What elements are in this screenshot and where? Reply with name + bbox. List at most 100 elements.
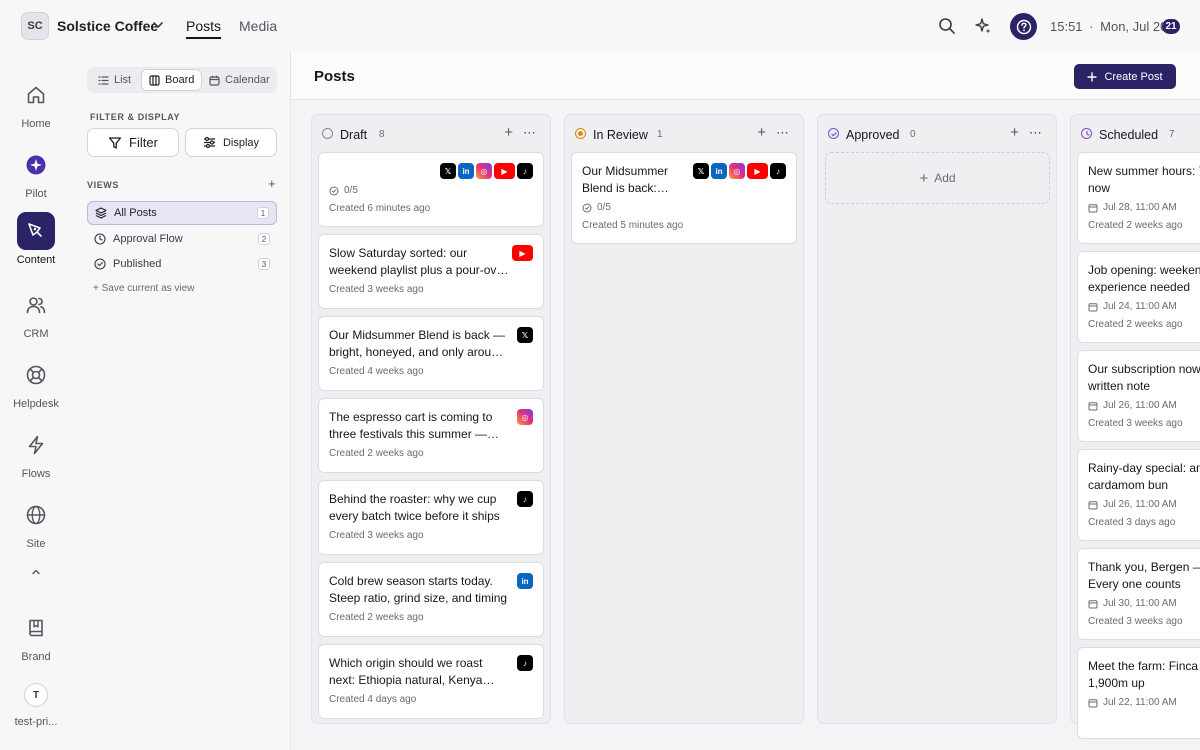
post-card[interactable]: 0/5 Created 6 minutes ago 𝕏in ◎ ▶ ♪ bbox=[318, 152, 544, 227]
view-board-button[interactable]: Board bbox=[141, 69, 203, 91]
post-card[interactable]: Cold brew season starts today. Steep rat… bbox=[318, 562, 544, 637]
column-header: Approved 0 + ⋯ bbox=[818, 115, 1056, 151]
network-icons: in bbox=[517, 573, 533, 589]
rail-item-crm[interactable]: CRM bbox=[0, 286, 72, 340]
status-icon bbox=[828, 128, 839, 139]
post-card[interactable]: Our Midsummer Blend is back: bright and … bbox=[571, 152, 797, 244]
save-view-link[interactable]: + Save current as view bbox=[93, 283, 194, 294]
post-card[interactable]: The espresso cart is coming to three fes… bbox=[318, 398, 544, 473]
column-add-icon[interactable]: + bbox=[757, 125, 766, 140]
scheduled-text: Jul 30, 11:00 AM bbox=[1103, 598, 1177, 609]
post-card[interactable]: Slow Saturday sorted: our weekend playli… bbox=[318, 234, 544, 309]
post-card[interactable]: Behind the roaster: why we cup every bat… bbox=[318, 480, 544, 555]
scheduled-text: Jul 22, 11:00 AM bbox=[1103, 697, 1177, 708]
sparkles-icon[interactable] bbox=[971, 14, 995, 38]
created-time: Created 2 weeks ago bbox=[329, 448, 424, 459]
create-post-label: Create Post bbox=[1104, 70, 1163, 83]
view-item-approval-flow[interactable]: Approval Flow 2 bbox=[87, 227, 277, 251]
more-icon[interactable]: ⋯ bbox=[776, 125, 790, 141]
post-card[interactable]: New summer hours: 7:00 on weekdays now Ju… bbox=[1077, 152, 1200, 244]
workspace-name[interactable]: Solstice Coffee bbox=[57, 18, 158, 34]
post-card[interactable]: Job opening: weekend barista. No experie… bbox=[1077, 251, 1200, 343]
post-text: Rainy-day special: any latte and a carda… bbox=[1088, 461, 1200, 492]
chevron-down-icon[interactable] bbox=[151, 18, 165, 32]
filter-button[interactable]: Filter bbox=[87, 128, 179, 157]
rail-label: Home bbox=[21, 118, 51, 130]
network-icons: ♪ bbox=[517, 655, 533, 671]
tab-posts[interactable]: Posts bbox=[186, 18, 222, 39]
approval-progress: 0/5 bbox=[329, 185, 358, 196]
filter-display-heading: FILTER & DISPLAY bbox=[90, 112, 181, 122]
scheduled-time: Jul 28, 11:00 AM bbox=[1088, 202, 1177, 213]
chevron-up-icon bbox=[32, 569, 40, 575]
rail-item-brand[interactable]: Brand bbox=[0, 609, 72, 663]
post-text: The espresso cart is coming to three fes… bbox=[329, 410, 493, 441]
filter-label: Filter bbox=[129, 135, 158, 150]
column-title: Approved bbox=[846, 128, 900, 142]
column-add-icon[interactable]: + bbox=[504, 125, 513, 140]
view-list-button[interactable]: List bbox=[91, 69, 138, 91]
clock-date: Mon, Jul 20 bbox=[1100, 19, 1168, 34]
add-view-button[interactable]: + bbox=[268, 176, 276, 191]
post-card[interactable]: Rainy-day special: any latte and a carda… bbox=[1077, 449, 1200, 541]
more-icon[interactable]: ⋯ bbox=[523, 125, 537, 141]
rail-item-flows[interactable]: Flows bbox=[0, 426, 72, 480]
post-text: Job opening: weekend barista. No experie… bbox=[1088, 263, 1200, 294]
calendar-icon bbox=[209, 75, 220, 86]
view-calendar-button[interactable]: Calendar bbox=[202, 69, 277, 91]
rail-item-home[interactable]: Home bbox=[0, 76, 72, 130]
clock: 15:51 · Mon, Jul 20 bbox=[1050, 19, 1167, 34]
rail-item-account[interactable]: T test-pri... bbox=[0, 683, 72, 728]
column-header: In Review 1 + ⋯ bbox=[565, 115, 803, 151]
network-icons: ◎ bbox=[517, 409, 533, 425]
help-button[interactable] bbox=[1010, 13, 1037, 40]
view-item-count: 3 bbox=[258, 258, 270, 270]
post-card[interactable]: Thank you, Bergen — 1,000 subscribers. E… bbox=[1077, 548, 1200, 640]
post-card[interactable]: Our subscription now lets you add a hand… bbox=[1077, 350, 1200, 442]
view-item-label: Approval Flow bbox=[113, 233, 183, 245]
workspace-avatar[interactable]: SC bbox=[21, 12, 49, 40]
x-icon: 𝕏 bbox=[693, 163, 709, 179]
search-icon[interactable] bbox=[935, 14, 959, 38]
column-title: Draft bbox=[340, 128, 368, 142]
status-icon bbox=[322, 128, 333, 139]
tiktok-icon: ♪ bbox=[517, 491, 533, 507]
check-circle-icon bbox=[329, 186, 339, 195]
rail-item-site[interactable]: Site bbox=[0, 496, 72, 550]
calendar-icon bbox=[1088, 599, 1098, 608]
view-item-published[interactable]: Published 3 bbox=[87, 252, 277, 276]
view-board-label: Board bbox=[165, 74, 195, 86]
rail-item-pilot[interactable]: Pilot bbox=[0, 146, 72, 200]
status-icon bbox=[575, 128, 586, 139]
post-text: New summer hours: 7:00 on weekdays now bbox=[1088, 164, 1200, 195]
view-switcher: List Board Calendar bbox=[87, 67, 277, 93]
network-icons: 𝕏in ◎ ▶ ♪ bbox=[693, 163, 786, 179]
progress-text: 0/5 bbox=[597, 202, 611, 213]
filter-icon bbox=[108, 136, 122, 149]
post-card[interactable]: Our Midsummer Blend is back — bright, ho… bbox=[318, 316, 544, 391]
display-button[interactable]: Display bbox=[185, 128, 277, 157]
tab-media[interactable]: Media bbox=[239, 18, 277, 34]
layers-icon bbox=[95, 207, 107, 219]
view-list-label: List bbox=[114, 74, 132, 86]
board-icon bbox=[149, 74, 160, 86]
tiktok-icon: ♪ bbox=[517, 655, 533, 671]
add-post-slot[interactable]: + Add bbox=[825, 152, 1050, 204]
column-add-icon[interactable]: + bbox=[1010, 125, 1019, 140]
add-label: Add bbox=[934, 171, 956, 185]
view-item-all-posts[interactable]: All Posts 1 bbox=[87, 201, 277, 225]
post-card[interactable]: Meet the farm: Finca La Esperanza, 1,900… bbox=[1077, 647, 1200, 739]
more-icon[interactable]: ⋯ bbox=[1029, 125, 1043, 141]
column-header: Scheduled7+⋯ bbox=[1071, 115, 1200, 151]
column-title: In Review bbox=[593, 128, 648, 142]
rail-label: Pilot bbox=[25, 188, 47, 200]
rail-label: CRM bbox=[23, 328, 49, 340]
scheduled-text: Jul 26, 11:00 AM bbox=[1103, 499, 1177, 510]
users-icon bbox=[17, 286, 55, 324]
rail-item-content[interactable]: Content bbox=[0, 212, 72, 266]
post-card[interactable]: Which origin should we roast next: Ethio… bbox=[318, 644, 544, 719]
rail-collapse-toggle[interactable] bbox=[0, 566, 72, 578]
rail-item-helpdesk[interactable]: Helpdesk bbox=[0, 356, 72, 410]
created-time: Created 3 weeks ago bbox=[329, 284, 424, 295]
create-post-button[interactable]: Create Post bbox=[1074, 64, 1176, 89]
